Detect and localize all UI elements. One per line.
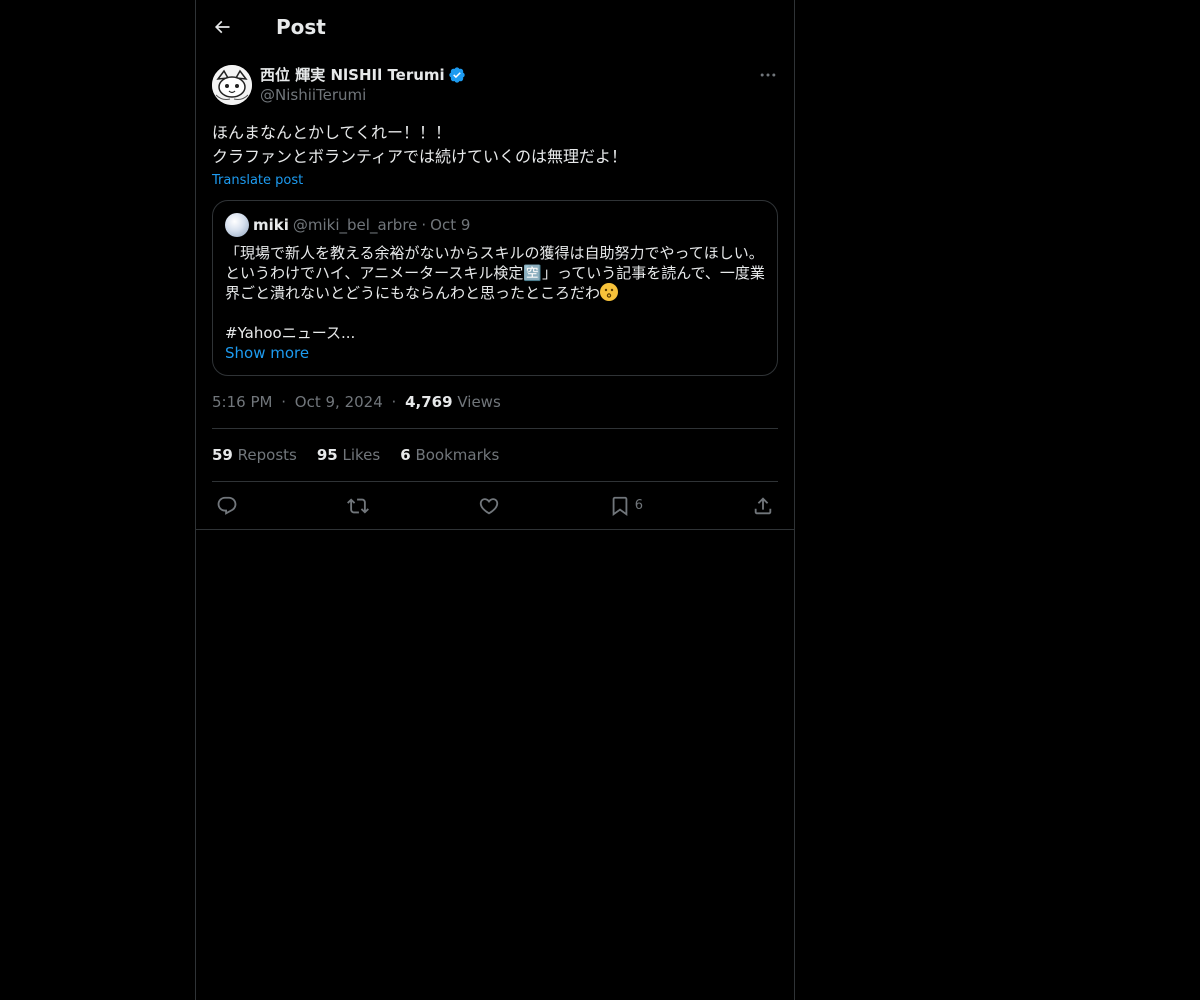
translate-post-link[interactable]: Translate post [212,173,303,188]
author-meta: 西位 輝実 NlSHIl Terumi @NishiiTerumi [260,65,466,105]
reposts-count: 59 [212,446,233,464]
quote-author-handle: @miki_bel_arbre [292,216,418,234]
main-column: Post 西位 輝実 NlSHIl Terumi @NishiiTerumi ほ… [195,0,795,1000]
separator-dot: · [391,393,397,411]
like-button[interactable] [478,495,500,517]
share-icon [754,496,772,514]
bookmarks-stat[interactable]: 6 Bookmarks [400,445,499,465]
avatar[interactable] [212,65,252,105]
quote-body: 「現場で新人を教える余裕がないからスキルの獲得は自助努力でやってほしい。 という… [225,243,765,363]
repost-icon [346,498,369,513]
quote-line: 界ごと潰れないとどうにもならんわと思ったところだわ [225,284,601,302]
more-icon [760,73,776,77]
bookmark-button[interactable]: 6 [609,495,643,517]
views-count: 4,769 [405,393,453,411]
back-button[interactable] [204,9,240,45]
bookmarks-label: Bookmarks [415,446,500,464]
author-handle[interactable]: @NishiiTerumi [260,85,466,105]
likes-stat[interactable]: 95 Likes [317,445,380,465]
post-text: ほんまなんとかしてくれー！！！ クラファンとボランティアでは続けていくのは無理だ… [212,121,778,169]
action-bar: 6 [196,482,794,530]
bookmarks-count: 6 [400,446,411,464]
more-button[interactable] [758,65,778,85]
repost-button[interactable] [346,495,369,517]
quote-line: 「現場で新人を教える余裕がないからスキルの獲得は自助努力でやってほしい。 [225,244,764,262]
likes-label: Likes [342,446,381,464]
post: 西位 輝実 NlSHIl Terumi @NishiiTerumi ほんまなんと… [196,53,794,530]
author-name[interactable]: 西位 輝実 NlSHIl Terumi [260,65,445,85]
separator-dot: · [421,216,427,234]
header: Post [196,0,794,53]
back-arrow-icon [214,20,230,33]
author-row: 西位 輝実 NlSHIl Terumi @NishiiTerumi [212,65,778,105]
bookmark-count: 6 [634,498,644,513]
verified-badge-icon [449,67,465,83]
post-timestamp: 5:16 PM · Oct 9, 2024 · 4,769 Views [212,392,778,429]
bookmark-icon [612,496,628,516]
post-date[interactable]: Oct 9, 2024 [295,393,383,411]
page-title: Post [276,14,326,39]
author-name-line: 西位 輝実 NlSHIl Terumi [260,65,466,85]
post-time[interactable]: 5:16 PM [212,393,272,411]
views-label: Views [457,393,501,411]
avatar-illustration [212,65,252,105]
post-text-line: クラファンとボランティアでは続けていくのは無理だよ！ [212,147,628,166]
kissing-face-emoji [600,283,619,301]
quote-header: miki @miki_bel_arbre · Oct 9 [225,213,765,237]
reposts-stat[interactable]: 59 Reposts [212,445,297,465]
reposts-label: Reposts [237,446,297,464]
share-button[interactable] [752,495,774,517]
quote-author-name: miki [253,216,289,234]
quote-line: というわけでハイ、アニメータースキル検定🈳」っていう記事を読んで、一度業 [225,264,765,282]
engagement-stats: 59 Reposts 95 Likes 6 Bookmarks [212,429,778,482]
reply-button[interactable] [216,495,238,517]
separator-dot: · [281,393,287,411]
quoted-post[interactable]: miki @miki_bel_arbre · Oct 9 「現場で新人を教える余… [212,200,778,376]
reply-icon [217,496,237,515]
quote-hashtag-line: #Yahooニュース... [225,324,356,342]
quote-line-with-emoji: 界ごと潰れないとどうにもならんわと思ったところだわ [225,283,765,303]
like-icon [479,497,499,514]
quote-date: Oct 9 [430,216,471,234]
show-more-link[interactable]: Show more [225,343,309,363]
post-text-line: ほんまなんとかしてくれー！！！ [212,123,452,142]
likes-count: 95 [316,446,338,464]
quote-avatar [225,213,249,237]
